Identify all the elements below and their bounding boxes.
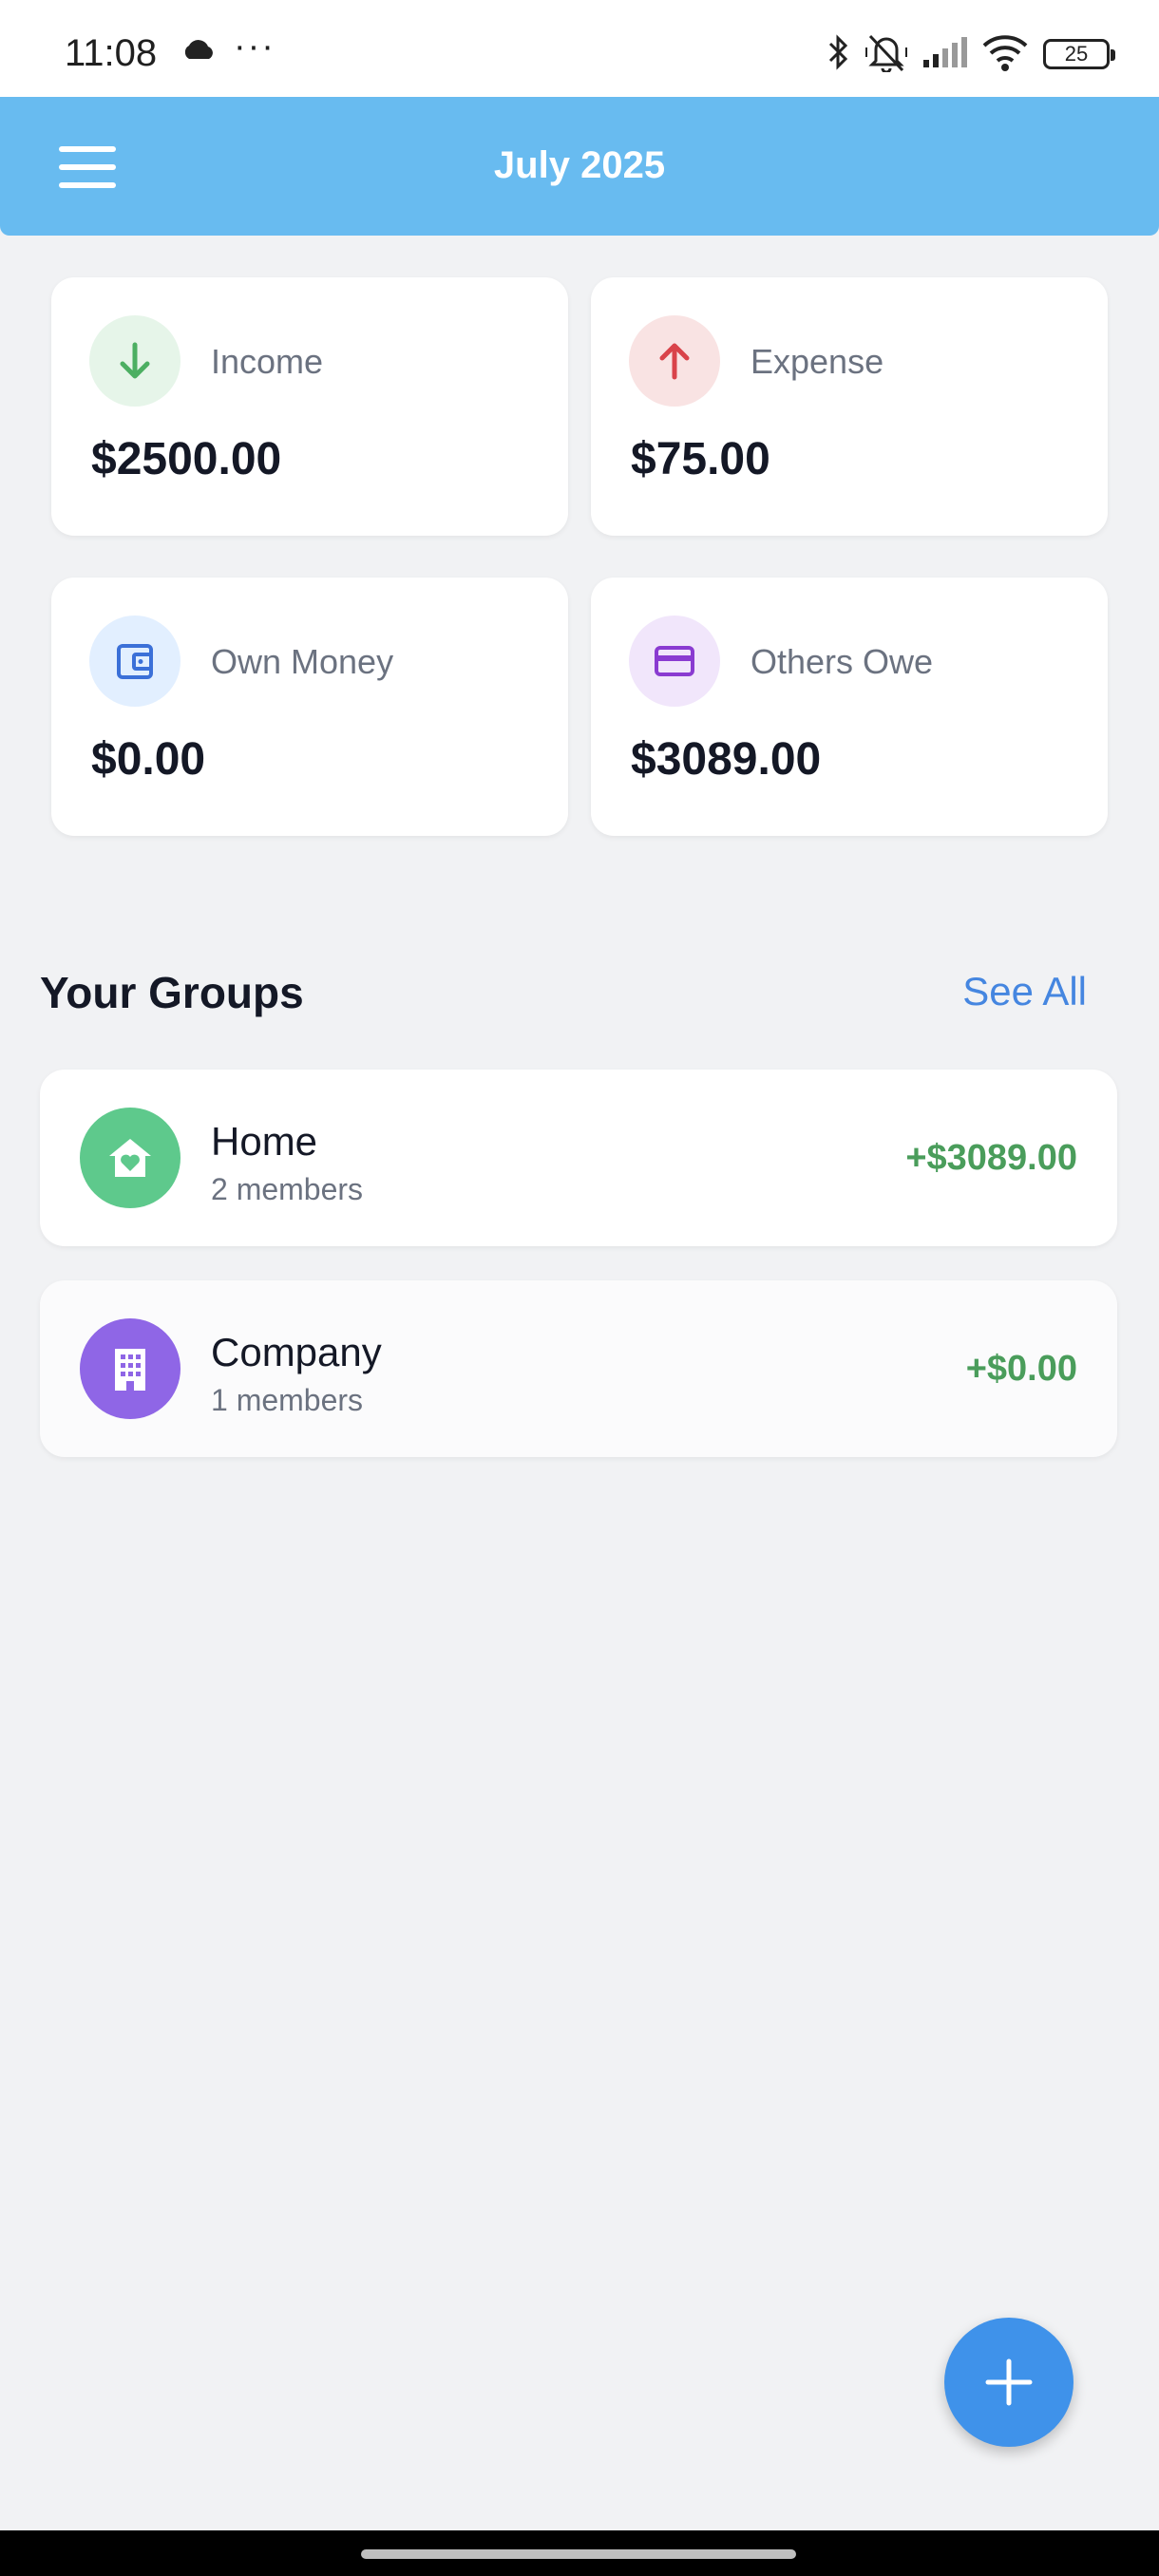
arrow-down-icon — [89, 315, 180, 407]
group-item-home[interactable]: Home 2 members +$3089.00 — [40, 1070, 1117, 1246]
building-icon — [80, 1318, 180, 1419]
others-owe-card[interactable]: Others Owe $3089.00 — [591, 578, 1108, 836]
home-heart-icon — [80, 1108, 180, 1208]
more-indicator: ··· — [234, 27, 276, 66]
signal-icon — [922, 35, 967, 74]
others-owe-amount: $3089.00 — [631, 734, 822, 785]
status-bar: 11:08 ··· 25 — [0, 0, 1159, 97]
battery-icon: 25 — [1043, 39, 1115, 69]
income-label: Income — [211, 342, 324, 381]
own-money-card[interactable]: Own Money $0.00 — [51, 578, 568, 836]
expense-card[interactable]: Expense $75.00 — [591, 277, 1108, 536]
expense-label: Expense — [750, 342, 884, 381]
wifi-icon — [980, 32, 1030, 77]
status-icons: 25 — [826, 32, 1115, 77]
group-item-company[interactable]: Company 1 members +$0.00 — [40, 1280, 1117, 1457]
system-nav-bar — [0, 2530, 1159, 2576]
income-amount: $2500.00 — [91, 434, 282, 484]
page-title: July 2025 — [493, 144, 666, 186]
credit-card-icon — [629, 616, 720, 707]
battery-level: 25 — [1064, 42, 1089, 66]
group-name: Home — [211, 1119, 318, 1164]
add-button[interactable] — [944, 2318, 1074, 2447]
see-all-link[interactable]: See All — [962, 969, 1087, 1014]
groups-section-title: Your Groups — [40, 968, 304, 1017]
wallet-icon — [89, 616, 180, 707]
own-money-amount: $0.00 — [91, 734, 206, 785]
group-balance: +$3089.00 — [905, 1138, 1077, 1178]
income-card[interactable]: Income $2500.00 — [51, 277, 568, 536]
group-balance: +$0.00 — [965, 1349, 1077, 1389]
group-members: 2 members — [211, 1172, 364, 1206]
others-owe-label: Others Owe — [750, 642, 934, 681]
home-gesture-handle[interactable] — [361, 2549, 796, 2559]
status-time: 11:08 — [65, 32, 158, 74]
group-members: 1 members — [211, 1383, 364, 1417]
arrow-up-icon — [629, 315, 720, 407]
app-header: July 2025 — [0, 97, 1159, 236]
mute-icon — [864, 32, 908, 77]
group-name: Company — [211, 1330, 382, 1374]
own-money-label: Own Money — [211, 642, 394, 681]
bluetooth-icon — [826, 32, 851, 77]
plus-icon — [985, 2358, 1033, 2406]
expense-amount: $75.00 — [631, 434, 770, 484]
cloud-icon — [180, 38, 217, 66]
